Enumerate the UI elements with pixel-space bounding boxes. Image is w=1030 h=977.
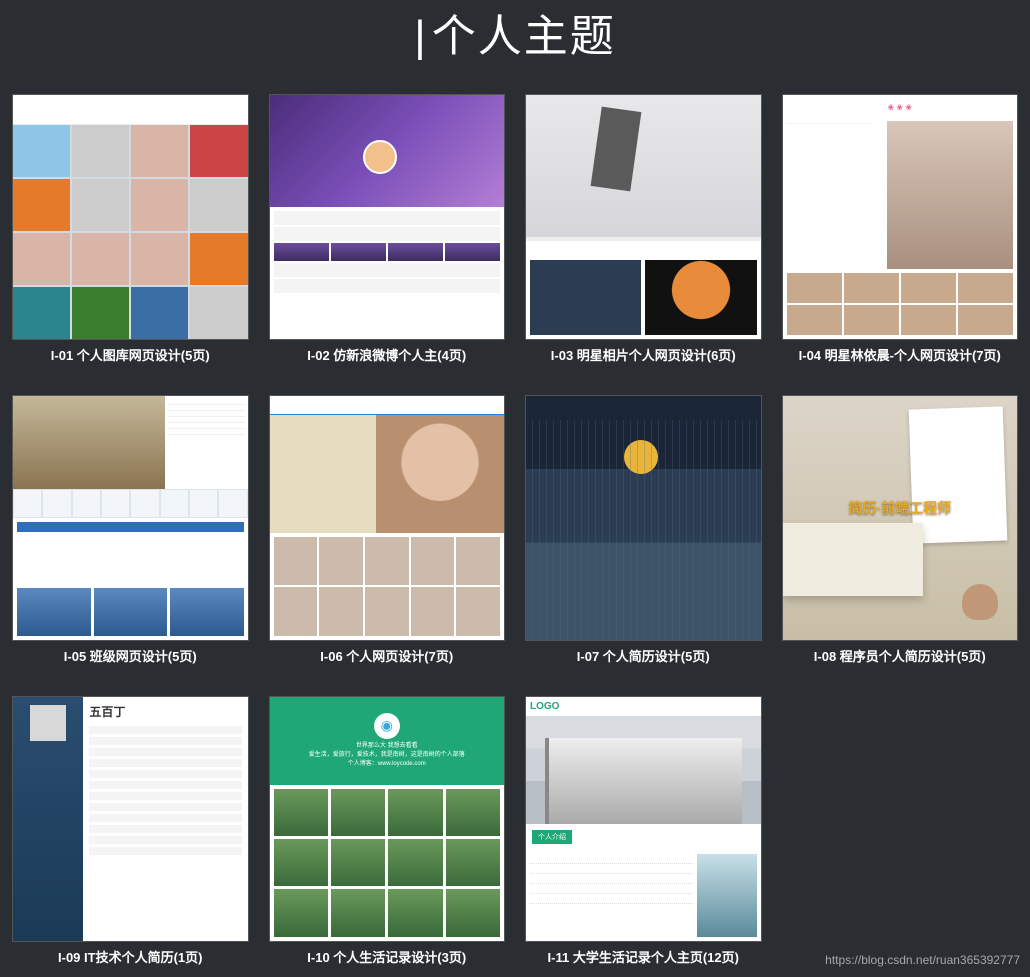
template-card-i05[interactable]: I-05 班级网页设计(5页) [12,395,249,676]
caption: I-10 个人生活记录设计(3页) [269,942,506,977]
caption: I-05 班级网页设计(5页) [12,641,249,676]
thumb-name: 五百丁 [89,703,241,720]
template-grid: I-01 个人图库网页设计(5页) I-02 仿新浪微博个人主(4页) I-03… [0,94,1030,977]
caption: I-11 大学生活记录个人主页(12页) [525,942,762,977]
thumbnail-i05 [12,395,249,641]
caption: I-02 仿新浪微博个人主(4页) [269,340,506,375]
thumbnail-i04: ❀ ❀ ❀ — — — — — — — — — — — — — — — — — … [782,94,1019,340]
thumbnail-i10: ◉ 世界那么大 我想去看看 爱生活，爱旅行，爱技术，我是南树，这是南树的个人部落… [269,696,506,942]
thumbnail-i09: 五百丁 [12,696,249,942]
template-card-i10[interactable]: ◉ 世界那么大 我想去看看 爱生活，爱旅行，爱技术，我是南树，这是南树的个人部落… [269,696,506,977]
thumbnail-i03 [525,94,762,340]
template-card-i11[interactable]: LOGO 个人介绍 I-11 大学生活记录个人主页(12页) [525,696,762,977]
thumbnail-i01 [12,94,249,340]
page-title: 个人主题 [0,0,1030,94]
thumbnail-i06 [269,395,506,641]
template-card-i04[interactable]: ❀ ❀ ❀ — — — — — — — — — — — — — — — — — … [782,94,1019,375]
template-card-i01[interactable]: I-01 个人图库网页设计(5页) [12,94,249,375]
caption: I-01 个人图库网页设计(5页) [12,340,249,375]
caption: I-03 明星相片个人网页设计(6页) [525,340,762,375]
caption: I-04 明星林依晨-个人网页设计(7页) [782,340,1019,375]
thumbnail-i11: LOGO 个人介绍 [525,696,762,942]
caption: I-06 个人网页设计(7页) [269,641,506,676]
thumb-line-2: 爱生活，爱旅行，爱技术，我是南树，这是南树的个人部落 [309,751,465,760]
thumb-label: 简历·前端工程师 [783,498,1018,518]
thumbnail-i02 [269,94,506,340]
caption: I-07 个人简历设计(5页) [525,641,762,676]
thumbnail-i08: 简历·前端工程师 [782,395,1019,641]
template-card-i09[interactable]: 五百丁 I-09 IT技术个人简历(1页) [12,696,249,977]
watermark: https://blog.csdn.net/ruan365392777 [825,953,1020,967]
thumbnail-i07 [525,395,762,641]
template-card-i06[interactable]: I-06 个人网页设计(7页) [269,395,506,676]
doraemon-icon: ◉ [374,713,400,739]
thumb-label: 个人介绍 [532,830,572,844]
thumb-line-3: 个人博客：www.loycode.com [348,760,426,769]
caption: I-08 程序员个人简历设计(5页) [782,641,1019,676]
thumb-logo: LOGO [526,697,761,717]
caption: I-09 IT技术个人简历(1页) [12,942,249,977]
thumb-line-1: 世界那么大 我想去看看 [356,742,418,751]
template-card-i02[interactable]: I-02 仿新浪微博个人主(4页) [269,94,506,375]
template-card-i07[interactable]: I-07 个人简历设计(5页) [525,395,762,676]
template-card-i03[interactable]: I-03 明星相片个人网页设计(6页) [525,94,762,375]
template-card-i08[interactable]: 简历·前端工程师 I-08 程序员个人简历设计(5页) [782,395,1019,676]
